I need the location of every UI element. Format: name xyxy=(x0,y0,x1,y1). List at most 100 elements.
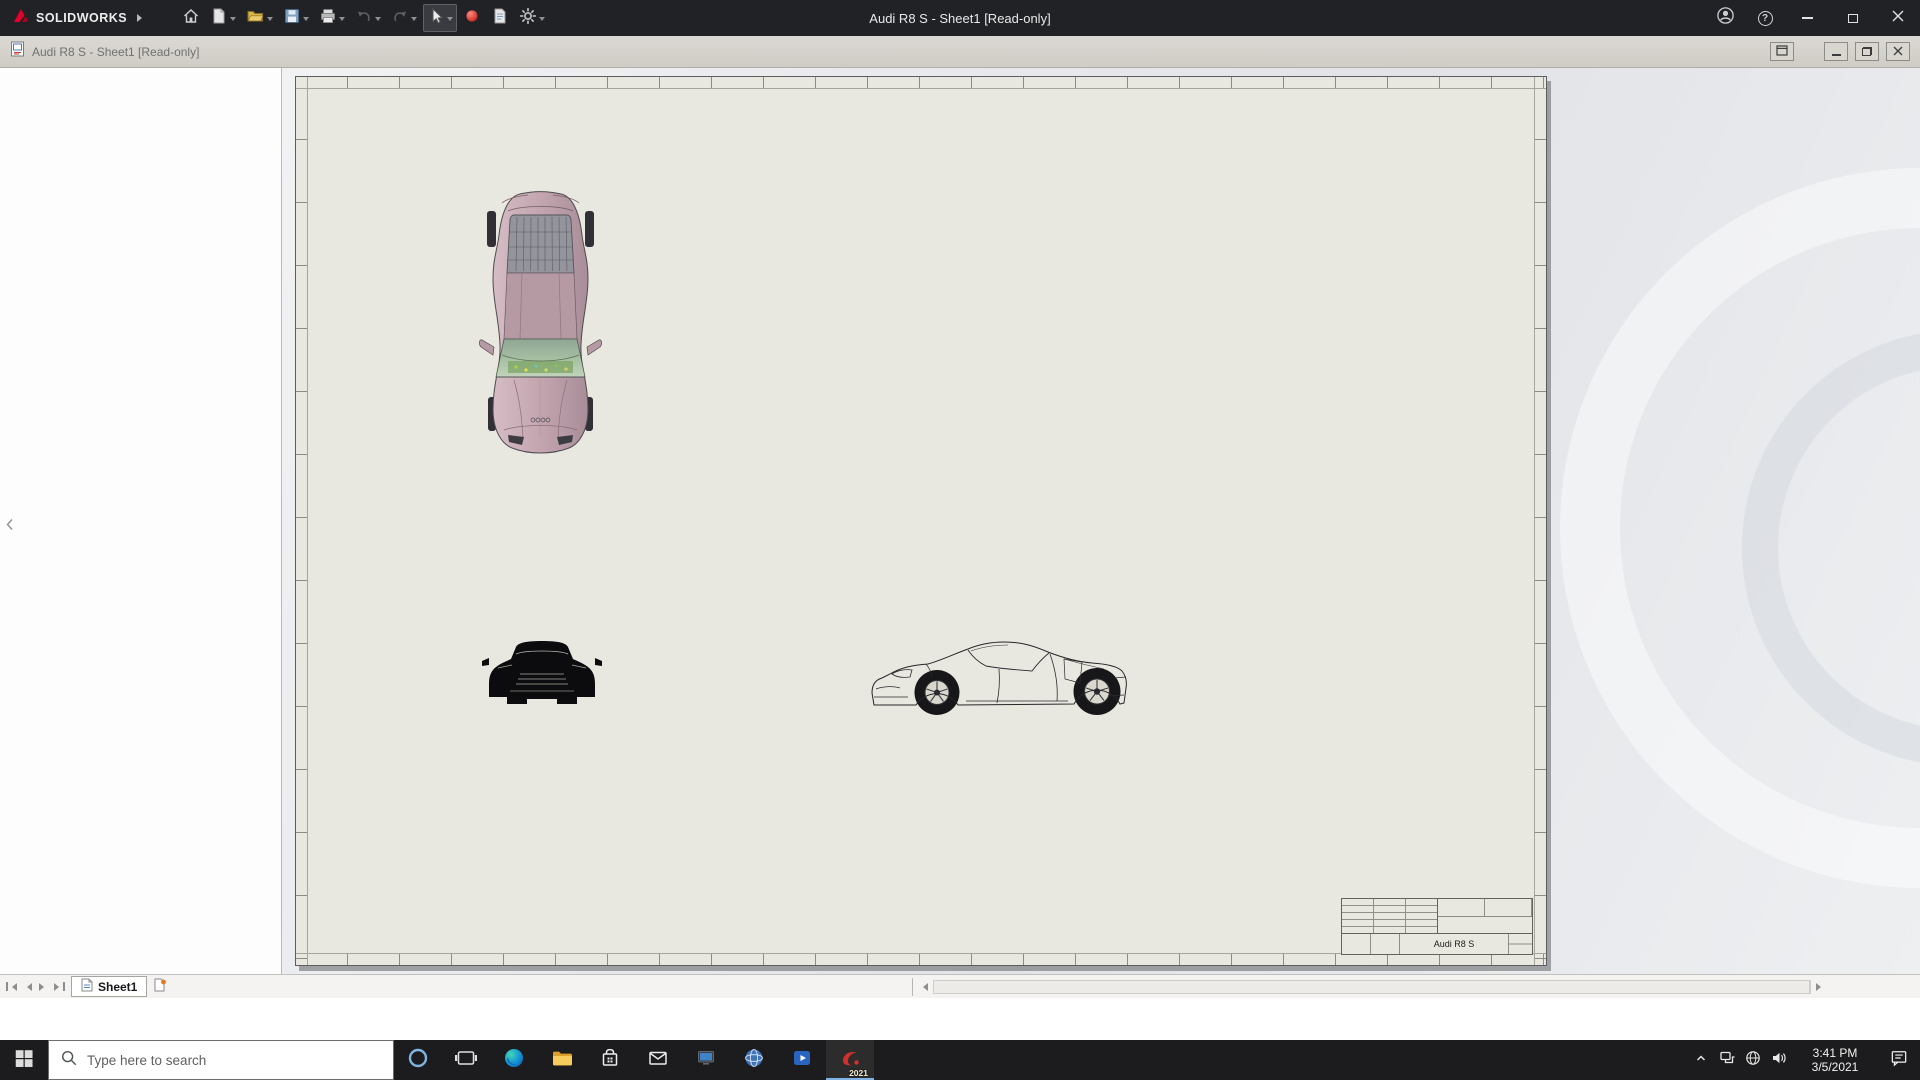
drawing-view-front[interactable] xyxy=(480,634,604,721)
previous-sheet-button[interactable] xyxy=(20,978,35,995)
sheet-zone-ruler-left xyxy=(296,77,308,965)
solidworks-taskbar-button[interactable]: 2021 xyxy=(826,1040,874,1080)
sheet-icon xyxy=(81,978,93,995)
panel-collapse-button[interactable] xyxy=(2,516,16,538)
scrollbar-thumb[interactable] xyxy=(934,980,1810,993)
edge-button[interactable] xyxy=(490,1040,538,1080)
chevron-up-icon xyxy=(1694,1051,1708,1070)
solidworks-logo-icon xyxy=(12,7,30,30)
title-block-cell xyxy=(1438,917,1532,934)
window-pane-icon xyxy=(1776,43,1788,61)
sheet-tab-label: Sheet1 xyxy=(98,979,138,994)
close-icon xyxy=(1892,9,1904,27)
cortana-button[interactable] xyxy=(394,1040,442,1080)
scroll-left-button[interactable] xyxy=(916,979,931,994)
title-block: Audi R8 S xyxy=(1341,898,1533,955)
task-view-button[interactable] xyxy=(442,1040,490,1080)
add-sheet-icon xyxy=(153,977,167,997)
sheet-navigation xyxy=(0,978,71,995)
scrollbar-track[interactable] xyxy=(933,979,1811,994)
select-tool-button[interactable] xyxy=(423,4,458,32)
mail-button[interactable] xyxy=(634,1040,682,1080)
file-properties-icon xyxy=(491,7,509,30)
mouse-gestures-button[interactable] xyxy=(459,4,485,32)
doc-minimize-button[interactable] xyxy=(1824,42,1848,61)
chevron-down-icon[interactable] xyxy=(447,17,454,24)
maximize-button[interactable] xyxy=(1830,0,1875,36)
print-button[interactable] xyxy=(315,4,349,32)
account-button[interactable] xyxy=(1705,0,1745,36)
chevron-down-icon[interactable] xyxy=(375,17,382,24)
taskbar-clock[interactable]: 3:41 PM 3/5/2021 xyxy=(1792,1046,1878,1074)
file-explorer-button[interactable] xyxy=(538,1040,586,1080)
chevron-down-icon[interactable] xyxy=(303,17,310,24)
help-button[interactable]: ? xyxy=(1745,0,1785,36)
volume-icon xyxy=(1770,1049,1788,1072)
taskbar-search[interactable] xyxy=(48,1040,394,1080)
save-button[interactable] xyxy=(279,4,313,32)
collapse-left-icon xyxy=(5,518,14,536)
cortana-icon xyxy=(406,1046,430,1075)
action-center-button[interactable] xyxy=(1878,1040,1920,1080)
tab-strip-empty xyxy=(173,975,912,998)
drawing-view-top[interactable] xyxy=(478,187,603,462)
add-sheet-button[interactable] xyxy=(147,976,173,997)
monitor-app-button[interactable] xyxy=(682,1040,730,1080)
mail-icon xyxy=(646,1046,670,1075)
close-button[interactable] xyxy=(1875,0,1920,36)
undo-icon xyxy=(355,7,373,30)
app-titlebar: SOLIDWORKS Audi R8 S - Sheet1 [Read-only… xyxy=(0,0,1920,36)
arrow-left-icon xyxy=(8,982,17,991)
volume-button[interactable] xyxy=(1766,1040,1792,1080)
options-button[interactable] xyxy=(515,4,549,32)
store-icon xyxy=(598,1046,622,1075)
chevron-down-icon[interactable] xyxy=(230,17,237,24)
chevron-down-icon[interactable] xyxy=(411,17,418,24)
doc-close-icon xyxy=(1893,43,1903,61)
window-bottom-margin xyxy=(0,998,1920,1040)
drawing-view-side[interactable] xyxy=(868,633,1148,722)
globe-app-button[interactable] xyxy=(730,1040,778,1080)
file-properties-button[interactable] xyxy=(487,4,513,32)
chevron-down-icon[interactable] xyxy=(539,17,546,24)
chevron-down-icon[interactable] xyxy=(267,17,274,24)
undo-button[interactable] xyxy=(351,4,385,32)
start-button[interactable] xyxy=(0,1040,48,1080)
monitor-icon xyxy=(694,1046,718,1075)
minimize-button[interactable] xyxy=(1785,0,1830,36)
task-view-icon xyxy=(454,1046,478,1075)
internet-access-button[interactable] xyxy=(1740,1040,1766,1080)
home-button[interactable] xyxy=(178,4,204,32)
new-document-button[interactable] xyxy=(206,4,240,32)
network-button[interactable] xyxy=(1714,1040,1740,1080)
graphics-viewport[interactable]: Audi R8 S xyxy=(282,68,1920,974)
scroll-right-button[interactable] xyxy=(1813,979,1828,994)
arrow-left-icon xyxy=(919,982,928,991)
horizontal-scrollbar[interactable] xyxy=(912,977,1830,996)
hidden-icons-button[interactable] xyxy=(1688,1040,1714,1080)
title-block-cell xyxy=(1438,899,1532,917)
revision-table xyxy=(1342,899,1438,933)
sheet-tab-sheet1[interactable]: Sheet1 xyxy=(71,976,148,997)
next-sheet-button[interactable] xyxy=(36,978,51,995)
doc-close-button[interactable] xyxy=(1886,42,1910,61)
drawing-sheet[interactable]: Audi R8 S xyxy=(295,76,1547,966)
first-sheet-button[interactable] xyxy=(4,978,19,995)
edge-icon xyxy=(502,1046,526,1075)
store-button[interactable] xyxy=(586,1040,634,1080)
last-sheet-button[interactable] xyxy=(52,978,67,995)
sheet-zone-ruler-right xyxy=(1534,77,1546,965)
redo-icon xyxy=(391,7,409,30)
doc-window-pane-button[interactable] xyxy=(1770,42,1794,61)
doc-restore-button[interactable] xyxy=(1855,42,1879,61)
open-button[interactable] xyxy=(242,4,277,32)
search-input[interactable] xyxy=(87,1052,382,1068)
media-app-button[interactable] xyxy=(778,1040,826,1080)
media-player-icon xyxy=(790,1046,814,1075)
solidworks-version-badge: 2021 xyxy=(849,1068,868,1078)
windows-start-icon xyxy=(13,1047,35,1074)
chevron-down-icon[interactable] xyxy=(339,17,346,24)
quick-access-toolbar xyxy=(178,4,549,32)
toolbar-expand-icon[interactable] xyxy=(137,14,146,22)
redo-button[interactable] xyxy=(387,4,421,32)
